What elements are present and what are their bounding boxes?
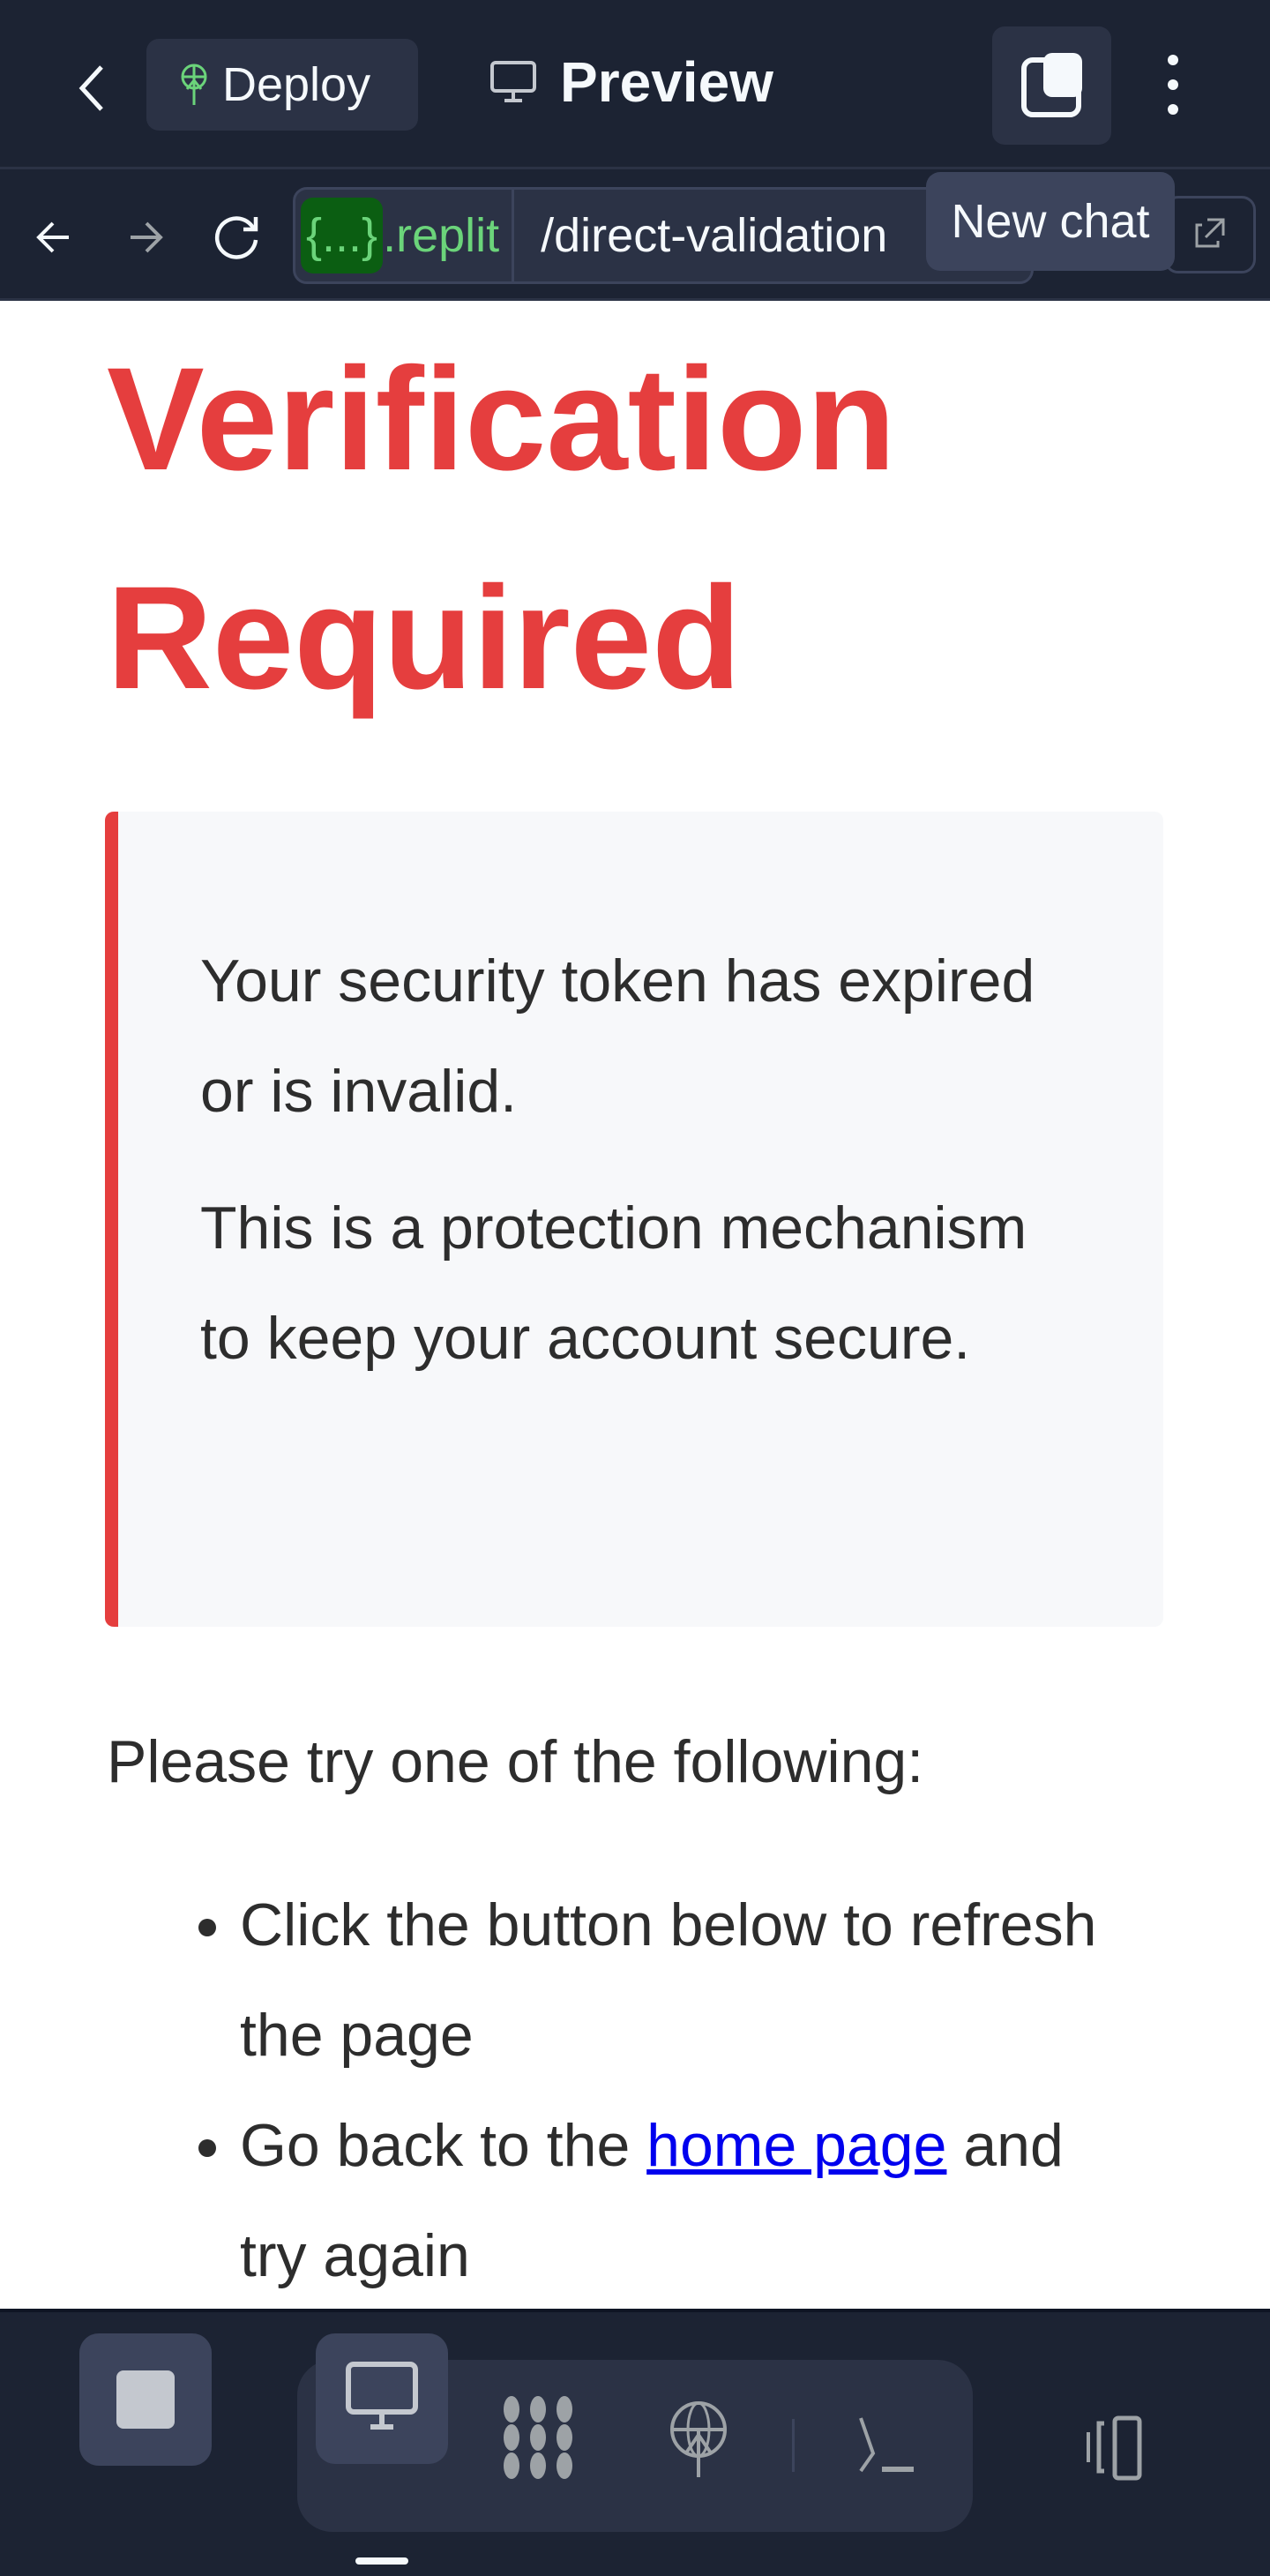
stop-button[interactable] bbox=[79, 2333, 212, 2466]
reload-icon[interactable] bbox=[213, 212, 263, 261]
deploy-globe-icon bbox=[181, 64, 207, 105]
more-options-icon[interactable] bbox=[1160, 53, 1186, 116]
list-item: Go back to the home page and try again bbox=[240, 2091, 1122, 2311]
host-badge: {...} bbox=[301, 198, 384, 273]
home-page-link[interactable]: home page bbox=[646, 2112, 946, 2179]
list-text: Go back to the bbox=[240, 2112, 647, 2179]
notice-text-1: Your security token has expired or is in… bbox=[200, 947, 1035, 1125]
browser-forward-icon[interactable] bbox=[125, 218, 166, 257]
terminal-icon[interactable] bbox=[854, 2413, 915, 2475]
monitor-icon bbox=[346, 2362, 418, 2430]
url-path: /direct-validation bbox=[541, 209, 888, 262]
stop-icon bbox=[116, 2370, 175, 2429]
device-rotate-icon[interactable] bbox=[1083, 2413, 1162, 2483]
back-chevron-icon[interactable] bbox=[75, 62, 110, 115]
preview-label: Preview bbox=[560, 50, 773, 114]
deploy-label: Deploy bbox=[222, 58, 371, 111]
open-external-button[interactable] bbox=[1164, 196, 1256, 273]
url-input[interactable]: {...} .replit /direct-validation bbox=[293, 187, 1034, 284]
new-chat-button[interactable] bbox=[992, 26, 1111, 145]
notice-box: Your security token has expired or is in… bbox=[105, 812, 1163, 1627]
preview-tool-button[interactable] bbox=[316, 2333, 448, 2464]
active-tab-indicator bbox=[355, 2557, 408, 2565]
list-item: Click the button below to refresh the pa… bbox=[240, 1870, 1122, 2091]
new-chat-tooltip: New chat bbox=[926, 172, 1175, 271]
browser-back-icon[interactable] bbox=[34, 218, 74, 257]
external-link-icon bbox=[1195, 218, 1225, 248]
instructions-intro: Please try one of the following: bbox=[107, 1728, 924, 1795]
host-suffix: .replit bbox=[383, 190, 515, 281]
divider bbox=[792, 2419, 795, 2472]
suggestions-list: Click the button below to refresh the pa… bbox=[240, 1870, 1122, 2311]
page-title: Verification Required bbox=[107, 338, 896, 720]
notice-text-2: This is a protection mechanism to keep y… bbox=[200, 1194, 1027, 1372]
deploy-button[interactable]: Deploy bbox=[146, 39, 418, 131]
new-chat-icon bbox=[1021, 53, 1082, 117]
workflows-icon[interactable] bbox=[498, 2395, 582, 2479]
preview-tab[interactable]: Preview bbox=[489, 49, 773, 115]
monitor-icon bbox=[490, 61, 536, 102]
deploy-globe-icon[interactable] bbox=[666, 2400, 732, 2479]
